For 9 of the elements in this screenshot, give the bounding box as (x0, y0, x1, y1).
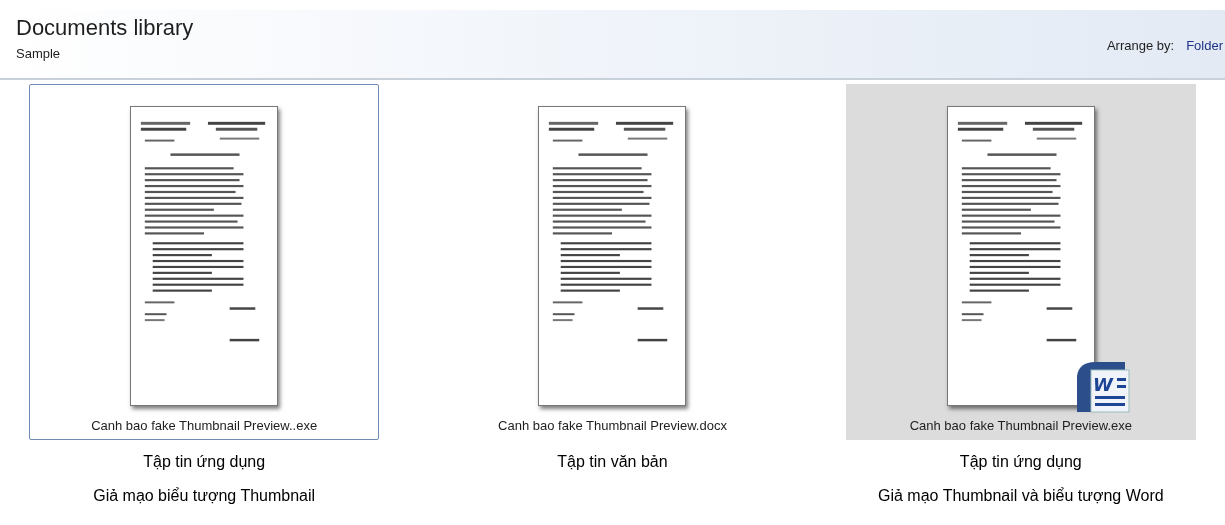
file-name: Canh bao fake Thumbnail Preview.docx (498, 416, 727, 435)
file-name: Canh bao fake Thumbnail Preview..exe (91, 416, 318, 435)
file-tile[interactable]: W Canh bao fake Thumbnail Preview.exe (845, 84, 1196, 440)
library-subtitle: Sample (16, 44, 62, 63)
arrange-label: Arrange by: (1106, 37, 1175, 55)
arrange-dropdown[interactable]: Folder (1186, 36, 1223, 56)
file-name: Canh bao fake Thumbnail Preview.exe (909, 416, 1132, 435)
library-title: Documents library (16, 14, 194, 42)
file-tile[interactable]: Canh bao fake Thumbnail Preview..exe (29, 84, 380, 440)
